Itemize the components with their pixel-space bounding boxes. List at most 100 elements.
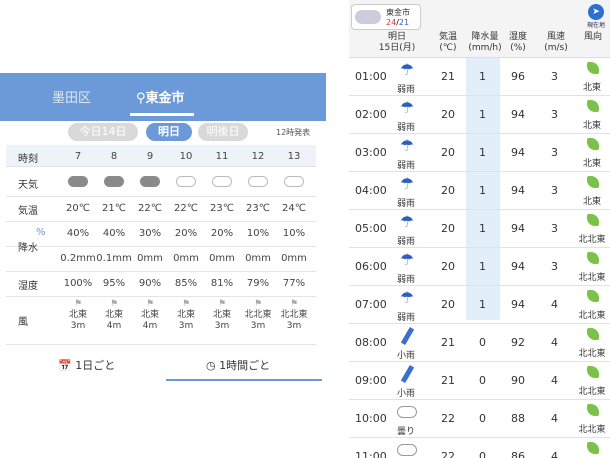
row-hour: 03:00 bbox=[355, 146, 387, 159]
precip-cell: 0mm bbox=[173, 253, 199, 264]
current-location-label: 現在地 bbox=[586, 22, 605, 29]
wind-direction-icon bbox=[587, 176, 599, 188]
row-temp: 20 bbox=[441, 298, 455, 311]
wind-direction: 北北東 bbox=[280, 310, 308, 320]
city-badge[interactable]: 東金市 24/21 bbox=[351, 4, 421, 30]
weather-icon-cell: ☂ bbox=[395, 60, 419, 79]
humidity-cell: 77% bbox=[282, 278, 306, 289]
header-hum: 湿度 (%) bbox=[505, 32, 531, 54]
row-temp: 21 bbox=[441, 70, 455, 83]
location-tab-togane-label: 東金市 bbox=[145, 91, 185, 106]
precip-cell: 0mm bbox=[209, 253, 235, 264]
wind-direction-icon bbox=[587, 252, 599, 264]
prob-row: % 40% 40% 30% 20% 20% 10% 10% bbox=[6, 222, 316, 247]
publish-time: 12時発表 bbox=[276, 128, 311, 137]
tab-daily[interactable]: 📅 1日ごと bbox=[58, 357, 115, 373]
temps-cell: 21℃ bbox=[102, 203, 126, 214]
row-hour: 06:00 bbox=[355, 260, 387, 273]
row-humidity: 94 bbox=[511, 260, 525, 273]
row-humidity: 94 bbox=[511, 146, 525, 159]
cloud-icon bbox=[68, 176, 88, 187]
row-wind-direction: 北北東 bbox=[578, 273, 606, 283]
humidity-cell: 85% bbox=[174, 278, 198, 289]
humidity-cell: 95% bbox=[102, 278, 126, 289]
probs-cell: 20% bbox=[210, 228, 234, 239]
header-dir: 風向 bbox=[583, 32, 602, 42]
row-weather: 弱雨 bbox=[396, 161, 415, 171]
probs-cell: 10% bbox=[246, 228, 270, 239]
row-label-precip: 降水 bbox=[18, 243, 38, 254]
header-day: 明日 15日(月) bbox=[375, 32, 419, 54]
cloud-icon bbox=[248, 176, 268, 187]
humidity-cell: 81% bbox=[210, 278, 234, 289]
row-temp: 20 bbox=[441, 184, 455, 197]
wind-arrow-icon: ⚑ bbox=[109, 299, 119, 309]
temp-low: 21 bbox=[398, 18, 410, 27]
day-tab-day-after[interactable]: 明後日 bbox=[198, 123, 248, 141]
weather-cell bbox=[168, 176, 204, 190]
cloud-icon bbox=[397, 444, 417, 456]
umbrella-icon: ☂ bbox=[399, 288, 415, 307]
day-tab-today[interactable]: 今日14日 bbox=[68, 123, 138, 141]
row-precip: 0 bbox=[479, 450, 486, 458]
wind-cell: ⚑ 北東 3m bbox=[168, 299, 204, 332]
row-humidity: 88 bbox=[511, 412, 525, 425]
wind-direction: 北東 bbox=[104, 310, 123, 320]
hourly-row: 03:00 ☂ 弱雨 20 1 94 3 北東 bbox=[349, 134, 610, 172]
precip-cell: 0mm bbox=[245, 253, 271, 264]
wind-direction-icon bbox=[587, 442, 599, 454]
hours-cell: 9 bbox=[146, 151, 154, 162]
location-tab-sumida[interactable]: 墨田区 bbox=[52, 87, 91, 106]
wind-cell: ⚑ 北北東 3m bbox=[276, 299, 312, 332]
row-weather: 曇り bbox=[396, 427, 415, 437]
row-wind-direction: 北北東 bbox=[578, 349, 606, 359]
cloud-icon bbox=[104, 176, 124, 187]
row-humidity: 90 bbox=[511, 374, 525, 387]
clock-icon: ◷ bbox=[206, 359, 216, 372]
hour-row: 時刻 7 8 9 10 11 12 13 bbox=[6, 145, 316, 167]
day-tab-tomorrow[interactable]: 明日 bbox=[146, 123, 192, 141]
row-hour: 07:00 bbox=[355, 298, 387, 311]
row-temp: 20 bbox=[441, 222, 455, 235]
row-precip: 1 bbox=[479, 298, 486, 311]
weather-icon-cell: ☂ bbox=[395, 174, 419, 193]
wind-cell: ⚑ 北北東 3m bbox=[240, 299, 276, 332]
hourly-row: 05:00 ☂ 弱雨 20 1 94 3 北北東 bbox=[349, 210, 610, 248]
row-wind-speed: 3 bbox=[551, 260, 558, 273]
wind-speed: 3m bbox=[214, 321, 230, 331]
wind-speed: 3m bbox=[250, 321, 266, 331]
hourly-row: 11:00 22 0 86 4 bbox=[349, 438, 610, 458]
row-label-hour: 時刻 bbox=[18, 154, 38, 165]
temps-cell: 20℃ bbox=[66, 203, 90, 214]
row-weather: 弱雨 bbox=[396, 313, 415, 323]
day-selector: 今日14日 明日 明後日 12時発表 bbox=[6, 123, 316, 141]
row-label-humidity: 湿度 bbox=[18, 281, 38, 292]
row-precip: 1 bbox=[479, 108, 486, 121]
header-temp-label: 気温 bbox=[438, 32, 457, 42]
location-tab-togane[interactable]: ⚲東金市 bbox=[136, 87, 185, 106]
row-weather: 小雨 bbox=[396, 389, 415, 399]
wind-direction: 北東 bbox=[68, 310, 87, 320]
light-rain-icon bbox=[400, 364, 414, 384]
humidity-cell: 100% bbox=[63, 278, 93, 289]
row-temp: 20 bbox=[441, 260, 455, 273]
hourly-row: 06:00 ☂ 弱雨 20 1 94 3 北北東 bbox=[349, 248, 610, 286]
weather-icon-cell: ☂ bbox=[395, 288, 419, 307]
precip-cell: 0.1mm bbox=[96, 253, 132, 264]
hourly-forecast-panel: 墨田区 ⚲東金市 今日14日 明日 明後日 12時発表 時刻 7 8 9 10 11 12… bbox=[0, 73, 326, 383]
wind-direction-icon bbox=[587, 366, 599, 378]
wind-direction-icon bbox=[587, 290, 599, 302]
wind-speed: 4m bbox=[106, 321, 122, 331]
tab-hourly[interactable]: ◷ 1時間ごと bbox=[206, 357, 270, 373]
wind-direction: 北東 bbox=[140, 310, 159, 320]
row-label-temp: 気温 bbox=[18, 206, 38, 217]
row-precip: 0 bbox=[479, 412, 486, 425]
wind-cell: ⚑ 北東 4m bbox=[96, 299, 132, 332]
temps-cell: 22℃ bbox=[138, 203, 162, 214]
header-day-name: 明日 bbox=[387, 32, 406, 42]
header-precip-label: 降水量 bbox=[471, 32, 499, 42]
wind-direction: 北東 bbox=[176, 310, 195, 320]
hourly-row: 09:00 小雨 21 0 90 4 北北東 bbox=[349, 362, 610, 400]
precip-row: 降水 0.2mm 0.1mm 0mm 0mm 0mm 0mm 0mm bbox=[6, 243, 316, 272]
current-location-button[interactable]: ➤ 現在地 bbox=[585, 4, 607, 29]
